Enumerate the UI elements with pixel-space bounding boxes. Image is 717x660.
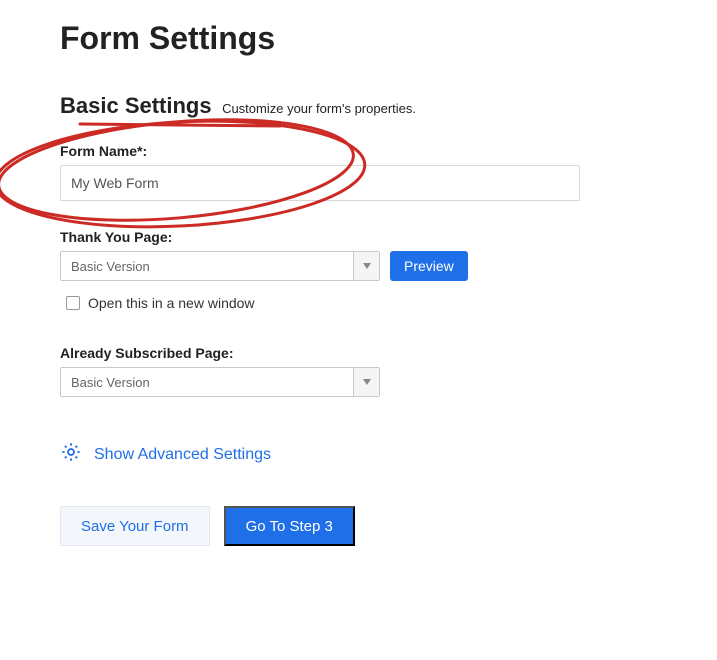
page-title: Form Settings: [60, 20, 657, 57]
action-row: Save Your Form Go To Step 3: [60, 506, 657, 546]
thank-you-label: Thank You Page:: [60, 229, 657, 245]
new-window-row[interactable]: Open this in a new window: [66, 295, 657, 311]
save-form-button[interactable]: Save Your Form: [60, 506, 210, 546]
new-window-checkbox[interactable]: [66, 296, 80, 310]
thank-you-field: Thank You Page: Basic Version Preview Op…: [60, 229, 657, 311]
caret-down-icon: [363, 263, 371, 269]
already-subscribed-select-value: Basic Version: [61, 368, 353, 396]
new-window-label: Open this in a new window: [88, 295, 255, 311]
thank-you-select-value: Basic Version: [61, 252, 353, 280]
already-subscribed-select[interactable]: Basic Version: [60, 367, 380, 397]
already-subscribed-field: Already Subscribed Page: Basic Version: [60, 345, 657, 397]
basic-settings-heading: Basic Settings: [60, 93, 212, 118]
gear-icon: [60, 441, 82, 468]
go-to-step-3-button[interactable]: Go To Step 3: [224, 506, 355, 546]
caret-down-icon: [363, 379, 371, 385]
thank-you-select[interactable]: Basic Version: [60, 251, 380, 281]
thank-you-select-caret[interactable]: [353, 252, 379, 280]
form-name-label: Form Name*:: [60, 143, 657, 159]
form-name-input[interactable]: [60, 165, 580, 201]
preview-button[interactable]: Preview: [390, 251, 468, 281]
advanced-settings-label: Show Advanced Settings: [94, 446, 271, 464]
already-subscribed-select-caret[interactable]: [353, 368, 379, 396]
basic-settings-header: Basic Settings Customize your form's pro…: [60, 93, 657, 119]
advanced-settings-toggle[interactable]: Show Advanced Settings: [60, 441, 657, 468]
basic-settings-subtitle: Customize your form's properties.: [222, 101, 416, 116]
form-name-field: Form Name*:: [60, 143, 657, 201]
already-subscribed-label: Already Subscribed Page:: [60, 345, 657, 361]
